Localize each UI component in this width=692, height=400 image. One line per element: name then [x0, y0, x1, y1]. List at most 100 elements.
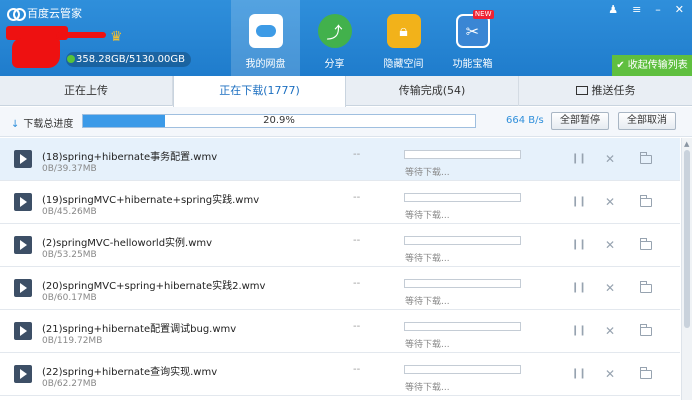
- menu-icon[interactable]: ≡: [632, 3, 641, 16]
- file-status: 等待下载...: [405, 168, 450, 178]
- file-name: (21)spring+hibernate配置调试bug.wmv: [42, 324, 237, 335]
- file-speed: --: [353, 149, 361, 160]
- pause-all-button[interactable]: 全部暂停: [551, 112, 609, 130]
- monitor-icon: [575, 86, 588, 95]
- download-row[interactable]: (2)springMVC-helloworld实例.wmv 0B/53.25MB -…: [0, 224, 680, 267]
- file-status: 等待下载...: [405, 297, 450, 307]
- nav-label: 分享: [324, 59, 345, 70]
- file-speed: --: [353, 192, 361, 203]
- download-arrow-icon: ↓: [11, 119, 20, 130]
- file-name: (18)spring+hibernate事务配置.wmv: [42, 152, 218, 163]
- tab-push-tasks[interactable]: 推送任务: [519, 76, 692, 106]
- cancel-icon[interactable]: ✕: [605, 325, 615, 337]
- file-size: 0B/119.72MB: [42, 336, 103, 346]
- pause-icon[interactable]: ❙❙: [571, 239, 587, 251]
- minimize-icon[interactable]: –: [655, 3, 661, 16]
- pause-icon[interactable]: ❙❙: [571, 325, 587, 337]
- video-file-icon: [14, 322, 32, 340]
- pause-icon[interactable]: ❙❙: [571, 153, 587, 165]
- lock-icon: 🔒︎: [386, 14, 421, 48]
- cancel-icon[interactable]: ✕: [605, 368, 615, 380]
- pause-icon[interactable]: ❙❙: [571, 368, 587, 380]
- cancel-icon[interactable]: ✕: [605, 239, 615, 251]
- download-row[interactable]: (18)spring+hibernate事务配置.wmv 0B/39.37MB --…: [0, 138, 680, 181]
- download-speed: 664 B/s: [506, 115, 544, 126]
- open-folder-icon[interactable]: [639, 152, 652, 164]
- scroll-thumb[interactable]: [684, 150, 690, 328]
- window-controls: ♟ ≡ – ✕: [608, 3, 684, 16]
- scroll-up-icon[interactable]: ▲: [684, 140, 689, 148]
- download-row[interactable]: (21)spring+hibernate配置调试bug.wmv 0B/119.72…: [0, 310, 680, 353]
- notification-icon[interactable]: ♟: [608, 3, 618, 16]
- open-folder-icon[interactable]: [639, 324, 652, 336]
- file-speed: --: [353, 321, 361, 332]
- pause-icon[interactable]: ❙❙: [571, 282, 587, 294]
- total-label-text: 下载总进度: [23, 119, 74, 130]
- nav-label: 功能宝箱: [452, 59, 493, 70]
- open-folder-icon[interactable]: [639, 367, 652, 379]
- download-row[interactable]: (19)springMVC+hibernate+spring实践.wmv 0B/4…: [0, 181, 680, 224]
- pause-icon[interactable]: ❙❙: [571, 196, 587, 208]
- app-title: 百度云管家: [7, 5, 82, 21]
- video-file-icon: [14, 279, 32, 297]
- collapse-transfer-list-button[interactable]: ✔ 收起传输列表: [612, 55, 692, 76]
- video-file-icon: [14, 365, 32, 383]
- baidu-cloud-logo-icon: [7, 7, 26, 21]
- open-folder-icon[interactable]: [639, 195, 652, 207]
- total-progress-bar: 20.9%: [82, 114, 476, 128]
- app-title-text: 百度云管家: [27, 7, 82, 20]
- crown-icon: ♛: [110, 29, 123, 45]
- nav-toolbox[interactable]: ✂ NEW 功能宝箱: [438, 0, 507, 76]
- total-progress-row: ↓ 下载总进度 20.9% 664 B/s 全部暂停 全部取消: [0, 107, 692, 137]
- total-progress-label: ↓ 下载总进度: [11, 115, 73, 130]
- nav-label: 我的网盘: [245, 59, 286, 70]
- nav-hidden-space[interactable]: 🔒︎ 隐藏空间: [369, 0, 438, 76]
- file-progress-bar: [404, 365, 521, 374]
- file-speed: --: [353, 235, 361, 246]
- total-progress-percent: 20.9%: [263, 115, 295, 126]
- file-name: (19)springMVC+hibernate+spring实践.wmv: [42, 195, 260, 206]
- cancel-icon[interactable]: ✕: [605, 153, 615, 165]
- file-name: (22)spring+hibernate查询实现.wmv: [42, 367, 218, 378]
- tab-uploading[interactable]: 正在上传: [0, 76, 173, 106]
- file-size: 0B/53.25MB: [42, 250, 97, 260]
- file-progress-bar: [404, 150, 521, 159]
- title-bar: 百度云管家 ♛ 358.28GB/5130.00GB 我的网盘 ⤴ 分享 🔒︎ …: [0, 0, 692, 76]
- file-speed: --: [353, 278, 361, 289]
- video-file-icon: [14, 193, 32, 211]
- download-list: (18)spring+hibernate事务配置.wmv 0B/39.37MB --…: [0, 138, 680, 400]
- new-badge: NEW: [472, 10, 494, 19]
- file-name: (20)springMVC+spring+hibernate实践2.wmv: [42, 281, 266, 292]
- storage-quota: 358.28GB/5130.00GB: [66, 52, 191, 67]
- transfer-tabs: 正在上传 正在下载(1777) 传输完成(54) 推送任务: [0, 76, 692, 107]
- file-size: 0B/39.37MB: [42, 164, 97, 174]
- download-row[interactable]: (22)spring+hibernate查询实现.wmv 0B/62.27MB --…: [0, 353, 680, 396]
- nav-share[interactable]: ⤴ 分享: [300, 0, 369, 76]
- close-icon[interactable]: ✕: [675, 3, 684, 16]
- file-size: 0B/62.27MB: [42, 379, 97, 389]
- check-icon: ✔: [616, 60, 625, 71]
- nav-my-netdisk[interactable]: 我的网盘: [231, 0, 300, 76]
- share-icon: ⤴: [317, 14, 352, 48]
- file-progress-bar: [404, 322, 521, 331]
- open-folder-icon[interactable]: [639, 238, 652, 250]
- open-folder-icon[interactable]: [639, 281, 652, 293]
- file-progress-bar: [404, 193, 521, 202]
- file-status: 等待下载...: [405, 383, 450, 393]
- cancel-icon[interactable]: ✕: [605, 282, 615, 294]
- list-scrollbar[interactable]: ▲: [681, 138, 692, 400]
- file-progress-bar: [404, 279, 521, 288]
- tab-label: 推送任务: [591, 84, 636, 97]
- video-file-icon: [14, 236, 32, 254]
- tab-completed[interactable]: 传输完成(54): [346, 76, 519, 106]
- nav-label: 隐藏空间: [383, 59, 424, 70]
- file-speed: --: [353, 364, 361, 375]
- file-size: 0B/45.26MB: [42, 207, 97, 217]
- cancel-icon[interactable]: ✕: [605, 196, 615, 208]
- cancel-all-button[interactable]: 全部取消: [618, 112, 676, 130]
- collapse-label: 收起传输列表: [627, 60, 688, 71]
- file-name: (2)springMVC-helloworld实例.wmv: [42, 238, 213, 249]
- download-row[interactable]: (20)springMVC+spring+hibernate实践2.wmv 0B/…: [0, 267, 680, 310]
- tab-downloading[interactable]: 正在下载(1777): [173, 76, 346, 107]
- main-nav: 我的网盘 ⤴ 分享 🔒︎ 隐藏空间 ✂ NEW 功能宝箱: [231, 0, 507, 76]
